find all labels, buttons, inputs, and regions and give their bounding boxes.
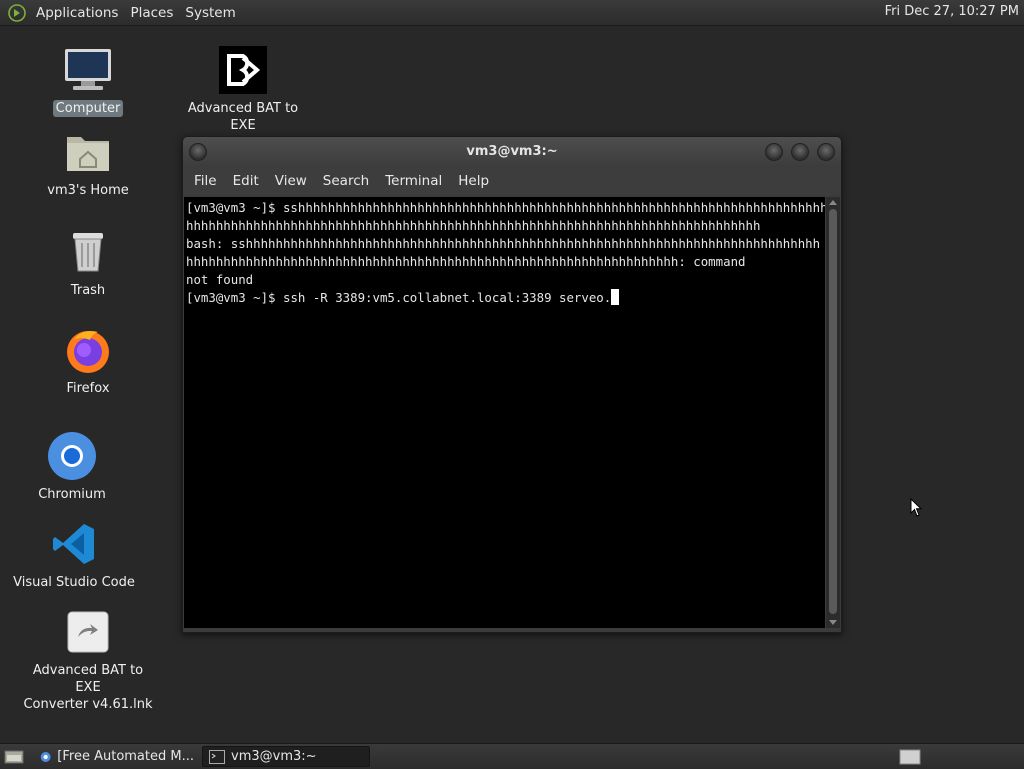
desktop-icon-label: Advanced BAT to EXE Converter v4.61.lnk xyxy=(23,663,153,712)
scroll-up-icon[interactable] xyxy=(829,200,837,205)
terminal-line: hhhhhhhhhhhhhhhhhhhhhhhhhhhhhhhhhhhhhhhh… xyxy=(186,254,746,269)
workspace-icon xyxy=(899,749,921,764)
window-titlebar[interactable]: vm3@vm3:~ xyxy=(183,137,841,167)
scroll-down-icon[interactable] xyxy=(829,620,837,625)
menu-view[interactable]: View xyxy=(267,173,315,189)
terminal-line: hhhhhhhhhhhhhhhhhhhhhhhhhhhhhhhhhhhhhhhh… xyxy=(186,218,761,233)
distro-logo-icon[interactable] xyxy=(8,3,26,22)
terminal-line: not found xyxy=(186,272,254,287)
home-folder-icon xyxy=(62,126,114,178)
clock[interactable]: Fri Dec 27, 10:27 PM xyxy=(885,4,1019,19)
menu-terminal[interactable]: Terminal xyxy=(377,173,450,189)
window-title: vm3@vm3:~ xyxy=(466,144,558,159)
minimize-icon[interactable] xyxy=(765,143,783,161)
applications-menu[interactable]: Applications xyxy=(30,5,124,21)
terminal-current-input[interactable]: ssh -R 3389:vm5.collabnet.local:3389 ser… xyxy=(283,290,611,305)
desktop-icon-computer[interactable]: Computer xyxy=(18,44,158,117)
taskbar-item-label: vm3@vm3:~ xyxy=(231,749,317,764)
terminal-menubar: File Edit View Search Terminal Help xyxy=(183,167,841,195)
desktop-icon-label: vm3's Home xyxy=(47,183,129,198)
desktop-icon-label: Trash xyxy=(70,283,106,298)
taskbar-item-terminal[interactable]: vm3@vm3:~ xyxy=(202,746,370,767)
taskbar-item-label: [Free Automated M... xyxy=(57,749,194,764)
trash-icon xyxy=(62,226,114,278)
taskbar-item-browser[interactable]: [Free Automated M... xyxy=(34,746,200,767)
menu-help[interactable]: Help xyxy=(450,173,497,189)
desktop-icon-label: Visual Studio Code xyxy=(13,575,135,590)
bottom-panel: [Free Automated M... vm3@vm3:~ xyxy=(0,743,1024,769)
desktop-icon-bat-to-exe-lnk[interactable]: Advanced BAT to EXE Converter v4.61.lnk xyxy=(18,606,158,713)
shortcut-file-icon xyxy=(62,606,114,658)
places-menu[interactable]: Places xyxy=(124,5,179,21)
terminal-prompt: [vm3@vm3 ~]$ xyxy=(186,290,283,305)
chromium-icon xyxy=(46,430,98,482)
window-menu-icon[interactable] xyxy=(189,143,207,161)
terminal-output[interactable]: [vm3@vm3 ~]$ sshhhhhhhhhhhhhhhhhhhhhhhhh… xyxy=(184,197,825,628)
menu-edit[interactable]: Edit xyxy=(225,173,267,189)
show-desktop-icon xyxy=(4,750,24,763)
desktop-icon-label: Chromium xyxy=(38,487,106,502)
chromium-icon xyxy=(40,751,51,762)
desktop-icon-chromium[interactable]: Chromium xyxy=(2,430,142,503)
maximize-icon[interactable] xyxy=(791,143,809,161)
bat-to-exe-logo-icon xyxy=(217,44,269,96)
top-panel: Applications Places System Fri Dec 27, 1… xyxy=(0,0,1024,26)
desktop-icon-label: Firefox xyxy=(66,381,110,396)
scrollbar-thumb[interactable] xyxy=(829,209,837,614)
desktop-icon-firefox[interactable]: Firefox xyxy=(18,324,158,397)
desktop-icon-home[interactable]: vm3's Home xyxy=(18,126,158,199)
desktop-icon-vscode[interactable]: Visual Studio Code xyxy=(4,518,144,591)
desktop-icon-trash[interactable]: Trash xyxy=(18,226,158,299)
system-menu[interactable]: System xyxy=(179,5,241,21)
desktop-icon-bat-to-exe[interactable]: Advanced BAT to EXE Converter v4.61 xyxy=(173,44,313,151)
computer-icon xyxy=(62,44,114,96)
vscode-icon xyxy=(48,518,100,570)
close-icon[interactable] xyxy=(817,143,835,161)
text-cursor xyxy=(611,289,620,305)
workspace-switcher[interactable] xyxy=(896,746,924,767)
firefox-icon xyxy=(62,324,114,376)
desktop-icon-label: Computer xyxy=(52,100,124,117)
menu-file[interactable]: File xyxy=(186,173,225,189)
terminal-line: [vm3@vm3 ~]$ sshhhhhhhhhhhhhhhhhhhhhhhhh… xyxy=(186,200,825,215)
terminal-line: bash: sshhhhhhhhhhhhhhhhhhhhhhhhhhhhhhhh… xyxy=(186,236,821,251)
terminal-icon xyxy=(209,749,225,764)
mouse-pointer-icon xyxy=(910,498,922,517)
terminal-window[interactable]: vm3@vm3:~ File Edit View Search Terminal… xyxy=(182,136,842,633)
show-desktop-button[interactable] xyxy=(2,746,26,767)
menu-search[interactable]: Search xyxy=(315,173,377,189)
terminal-scrollbar[interactable] xyxy=(826,197,840,628)
terminal-input-line[interactable]: [vm3@vm3 ~]$ ssh -R 3389:vm5.collabnet.l… xyxy=(186,289,825,307)
